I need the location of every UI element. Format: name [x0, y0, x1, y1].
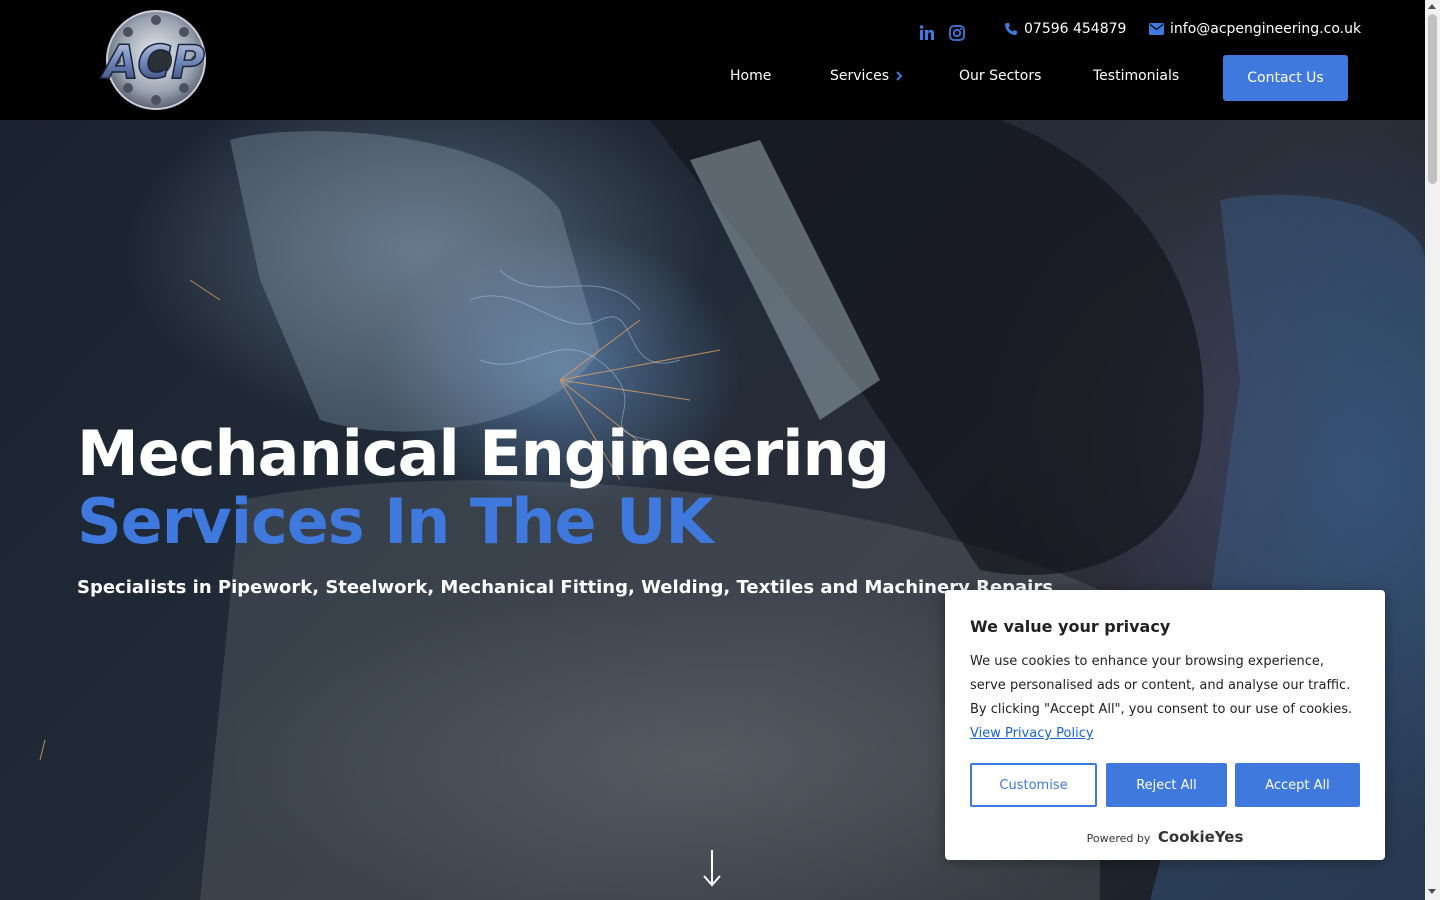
powered-by-label: Powered by: [1086, 832, 1151, 845]
arrow-down-icon[interactable]: [700, 848, 724, 888]
phone-icon: [1005, 23, 1017, 35]
nav-testimonials-label: Testimonials: [1093, 68, 1180, 84]
customise-button[interactable]: Customise: [970, 763, 1097, 807]
hero-subtitle: Specialists in Pipework, Steelwork, Mech…: [77, 577, 1053, 598]
svg-text:ACP: ACP: [100, 35, 205, 89]
chevron-right-icon: [896, 71, 903, 81]
acp-logo[interactable]: ACP: [84, 8, 224, 112]
cookie-description: We use cookies to enhance your browsing …: [970, 650, 1355, 746]
page-scrollbar[interactable]: [1425, 0, 1440, 900]
scroll-up-arrow-icon[interactable]: [1428, 4, 1436, 9]
cookie-consent-banner: We value your privacy We use cookies to …: [945, 590, 1385, 860]
contact-us-button[interactable]: Contact Us: [1223, 55, 1348, 101]
scroll-down-arrow-icon[interactable]: [1428, 889, 1436, 894]
nav-home[interactable]: Home: [730, 68, 771, 84]
reject-all-button[interactable]: Reject All: [1106, 763, 1227, 807]
scrollbar-thumb[interactable]: [1428, 14, 1437, 184]
envelope-icon: [1149, 23, 1164, 35]
cookie-text: We use cookies to enhance your browsing …: [970, 654, 1353, 717]
email-address: info@acpengineering.co.uk: [1170, 21, 1362, 37]
hero-title-line1: Mechanical Engineering: [77, 417, 890, 490]
nav-our-sectors[interactable]: Our Sectors: [959, 68, 1041, 84]
linkedin-icon[interactable]: [919, 25, 935, 41]
nav-services[interactable]: Services: [830, 68, 903, 84]
phone-link[interactable]: 07596 454879: [1004, 21, 1126, 37]
powered-by: Powered by CookieYes: [945, 828, 1385, 846]
site-header: ACP 07596 454879 info@acpengineering.co.…: [0, 0, 1425, 120]
email-link[interactable]: info@acpengineering.co.uk: [1149, 21, 1361, 37]
hero-title: Mechanical Engineering Services In The U…: [77, 417, 890, 558]
cookie-title: We value your privacy: [970, 617, 1171, 636]
hero-title-line2: Services In The UK: [77, 485, 713, 558]
nav-our-sectors-label: Our Sectors: [959, 68, 1042, 84]
accept-all-button[interactable]: Accept All: [1235, 763, 1360, 807]
cookieyes-logo[interactable]: CookieYes: [1158, 828, 1244, 846]
nav-services-label: Services: [830, 68, 890, 84]
nav-testimonials[interactable]: Testimonials: [1093, 68, 1179, 84]
privacy-policy-link[interactable]: View Privacy Policy: [970, 726, 1094, 741]
instagram-icon[interactable]: [949, 25, 965, 41]
phone-number: 07596 454879: [1024, 21, 1127, 37]
contact-us-label: Contact Us: [1247, 70, 1324, 86]
nav-home-label: Home: [730, 68, 772, 84]
